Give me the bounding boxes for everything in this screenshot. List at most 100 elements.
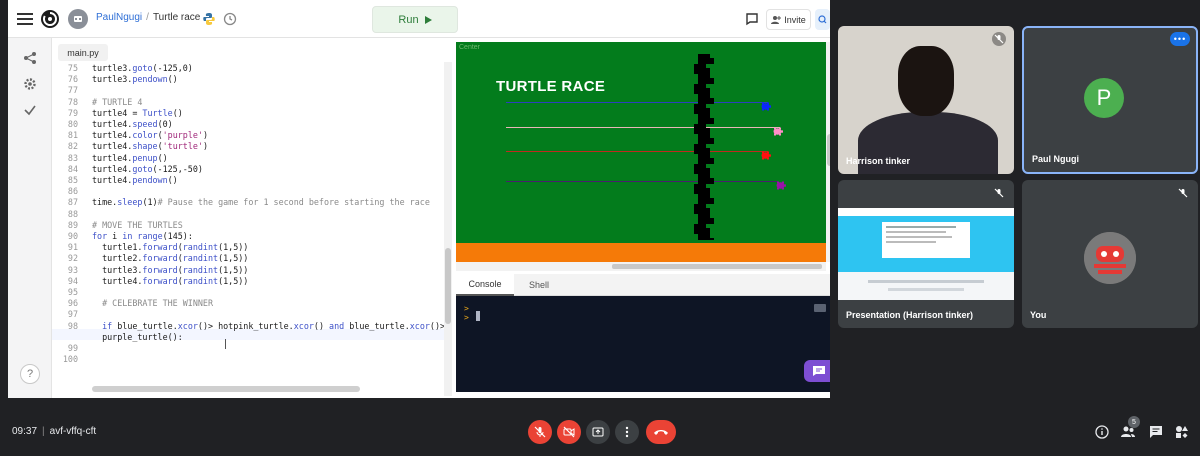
code-line[interactable]: turtle4 = Turtle() xyxy=(92,108,183,118)
code-editor[interactable]: main.py 75 turtle3.goto(-125,0) 76 turtle3.… xyxy=(52,38,452,398)
code-line[interactable]: turtle3.goto(-125,0) xyxy=(92,63,193,73)
present-screen-icon xyxy=(592,427,604,437)
code-line[interactable]: if blue_turtle.xcor()> hotpink_turtle.xc… xyxy=(92,321,444,331)
user-avatar[interactable] xyxy=(68,9,88,29)
line-number: 85 xyxy=(67,175,78,185)
console-tabs: Console Shell xyxy=(456,274,830,296)
canvas-h-scroll-thumb[interactable] xyxy=(612,264,822,269)
line-number: 76 xyxy=(67,74,78,85)
code-line[interactable]: time.sleep(1)# Pause the game for 1 seco… xyxy=(92,197,430,207)
code-line[interactable]: for i in range(145): xyxy=(92,231,193,241)
hang-up-button[interactable] xyxy=(646,420,676,444)
code-line[interactable]: turtle3.forward(randint(1,5)) xyxy=(92,265,248,275)
code-line[interactable]: turtle2.forward(randint(1,5)) xyxy=(92,253,248,263)
message-icon xyxy=(813,366,825,376)
turtle-purple xyxy=(776,177,787,190)
clear-console-icon[interactable] xyxy=(814,304,826,312)
code-line[interactable]: turtle4.speed(0) xyxy=(92,119,173,129)
editor-vertical-scrollbar[interactable] xyxy=(444,62,452,396)
code-line[interactable]: turtle3.pendown() xyxy=(92,74,178,84)
code-line[interactable]: # TURTLE 4 xyxy=(92,97,142,107)
breadcrumb: PaulNgugi / Turtle race xyxy=(96,12,200,23)
meeting-info-separator: | xyxy=(42,426,45,437)
mic-off-icon xyxy=(1176,186,1190,200)
participant-count-badge: 5 xyxy=(1128,416,1140,428)
canvas-horizontal-scrollbar[interactable] xyxy=(456,262,826,271)
line-number: 82 xyxy=(67,141,78,152)
phone-hangup-icon xyxy=(654,430,668,435)
code-line[interactable]: purple_turtle(): xyxy=(92,332,183,342)
mic-off-icon xyxy=(992,32,1006,46)
present-button[interactable] xyxy=(586,420,610,444)
code-line[interactable]: turtle1.forward(randint(1,5)) xyxy=(92,242,248,252)
help-button[interactable]: ? xyxy=(20,364,40,384)
feedback-button[interactable] xyxy=(804,360,830,382)
code-line[interactable]: turtle4.penup() xyxy=(92,153,168,163)
code-line[interactable]: # MOVE THE TURTLES xyxy=(92,220,183,230)
console-prompt: > > xyxy=(464,304,469,322)
editor-h-scroll-thumb[interactable] xyxy=(92,386,360,392)
line-number: 77 xyxy=(67,85,78,96)
participant-video-head xyxy=(898,46,954,116)
line-number: 83 xyxy=(67,152,78,163)
code-line[interactable]: # CELEBRATE THE WINNER xyxy=(92,298,213,308)
breadcrumb-user[interactable]: PaulNgugi xyxy=(96,12,142,23)
meet-controls-bar: 09:37 | avf-vffq-cft xyxy=(0,406,1200,456)
participant-tile-paul[interactable]: ••• P Paul Ngugi xyxy=(1022,26,1198,174)
file-tab-main-py[interactable]: main.py xyxy=(58,44,108,61)
tab-shell[interactable]: Shell xyxy=(518,274,560,296)
chat-button[interactable] xyxy=(1148,424,1164,440)
meeting-details-button[interactable] xyxy=(1094,424,1110,440)
mic-off-button[interactable] xyxy=(528,420,552,444)
code-area[interactable]: 75 turtle3.goto(-125,0) 76 turtle3.pendown(… xyxy=(52,62,444,386)
search-button[interactable] xyxy=(815,9,830,30)
line-number: 100 xyxy=(62,354,78,365)
editor-scroll-thumb[interactable] xyxy=(445,248,451,324)
code-line[interactable]: turtle4.color('purple') xyxy=(92,130,208,140)
console-output[interactable]: > > xyxy=(456,296,830,392)
more-options-button[interactable] xyxy=(615,420,639,444)
run-button[interactable]: Run xyxy=(372,6,458,33)
line-number: 97 xyxy=(67,309,78,320)
participant-tile-harrison[interactable]: Harrison tinker xyxy=(838,26,1014,174)
chat-icon[interactable] xyxy=(744,11,760,27)
breadcrumb-project[interactable]: Turtle race xyxy=(153,12,200,23)
more-options-icon[interactable]: ••• xyxy=(1170,32,1190,46)
activities-button[interactable] xyxy=(1174,424,1190,440)
code-line[interactable]: turtle4.goto(-125,-50) xyxy=(92,164,203,174)
presentation-tile[interactable]: Presentation (Harrison tinker) xyxy=(838,180,1014,328)
tab-console[interactable]: Console xyxy=(456,274,514,296)
canvas-v-scroll-thumb[interactable] xyxy=(827,134,830,166)
gear-icon[interactable] xyxy=(22,76,38,92)
code-line[interactable]: turtle4.shape('turtle') xyxy=(92,141,208,151)
check-icon[interactable] xyxy=(22,102,38,118)
race-lane xyxy=(506,181,778,182)
history-icon[interactable] xyxy=(222,11,238,27)
code-line[interactable]: turtle4.pendown() xyxy=(92,175,178,185)
line-number: 89 xyxy=(67,219,78,230)
line-number: 87 xyxy=(67,197,78,208)
run-button-label: Run xyxy=(398,13,419,26)
line-number: 88 xyxy=(67,208,78,219)
menu-icon[interactable] xyxy=(16,10,34,28)
chat-icon xyxy=(1150,426,1162,438)
canvas-vertical-scrollbar[interactable] xyxy=(826,42,830,262)
race-lane xyxy=(506,151,768,152)
finish-line xyxy=(694,54,714,240)
meeting-code[interactable]: avf-vffq-cft xyxy=(50,426,97,437)
presentation-thumbnail xyxy=(838,208,1014,300)
camera-off-button[interactable] xyxy=(557,420,581,444)
share-icon[interactable] xyxy=(22,50,38,66)
line-number: 93 xyxy=(67,264,78,275)
more-vertical-icon xyxy=(625,426,629,438)
mic-off-icon xyxy=(992,186,1006,200)
editor-horizontal-scrollbar[interactable] xyxy=(92,386,444,392)
line-number: 86 xyxy=(67,186,78,197)
replit-logo-icon[interactable] xyxy=(40,9,60,29)
participant-tile-you[interactable]: You xyxy=(1022,180,1198,328)
line-number: 91 xyxy=(67,242,78,253)
console-prompt-text: > > xyxy=(464,304,469,322)
code-line[interactable]: turtle4.forward(randint(1,5)) xyxy=(92,276,248,286)
line-number: 96 xyxy=(67,298,78,309)
invite-button[interactable]: Invite xyxy=(766,9,811,30)
